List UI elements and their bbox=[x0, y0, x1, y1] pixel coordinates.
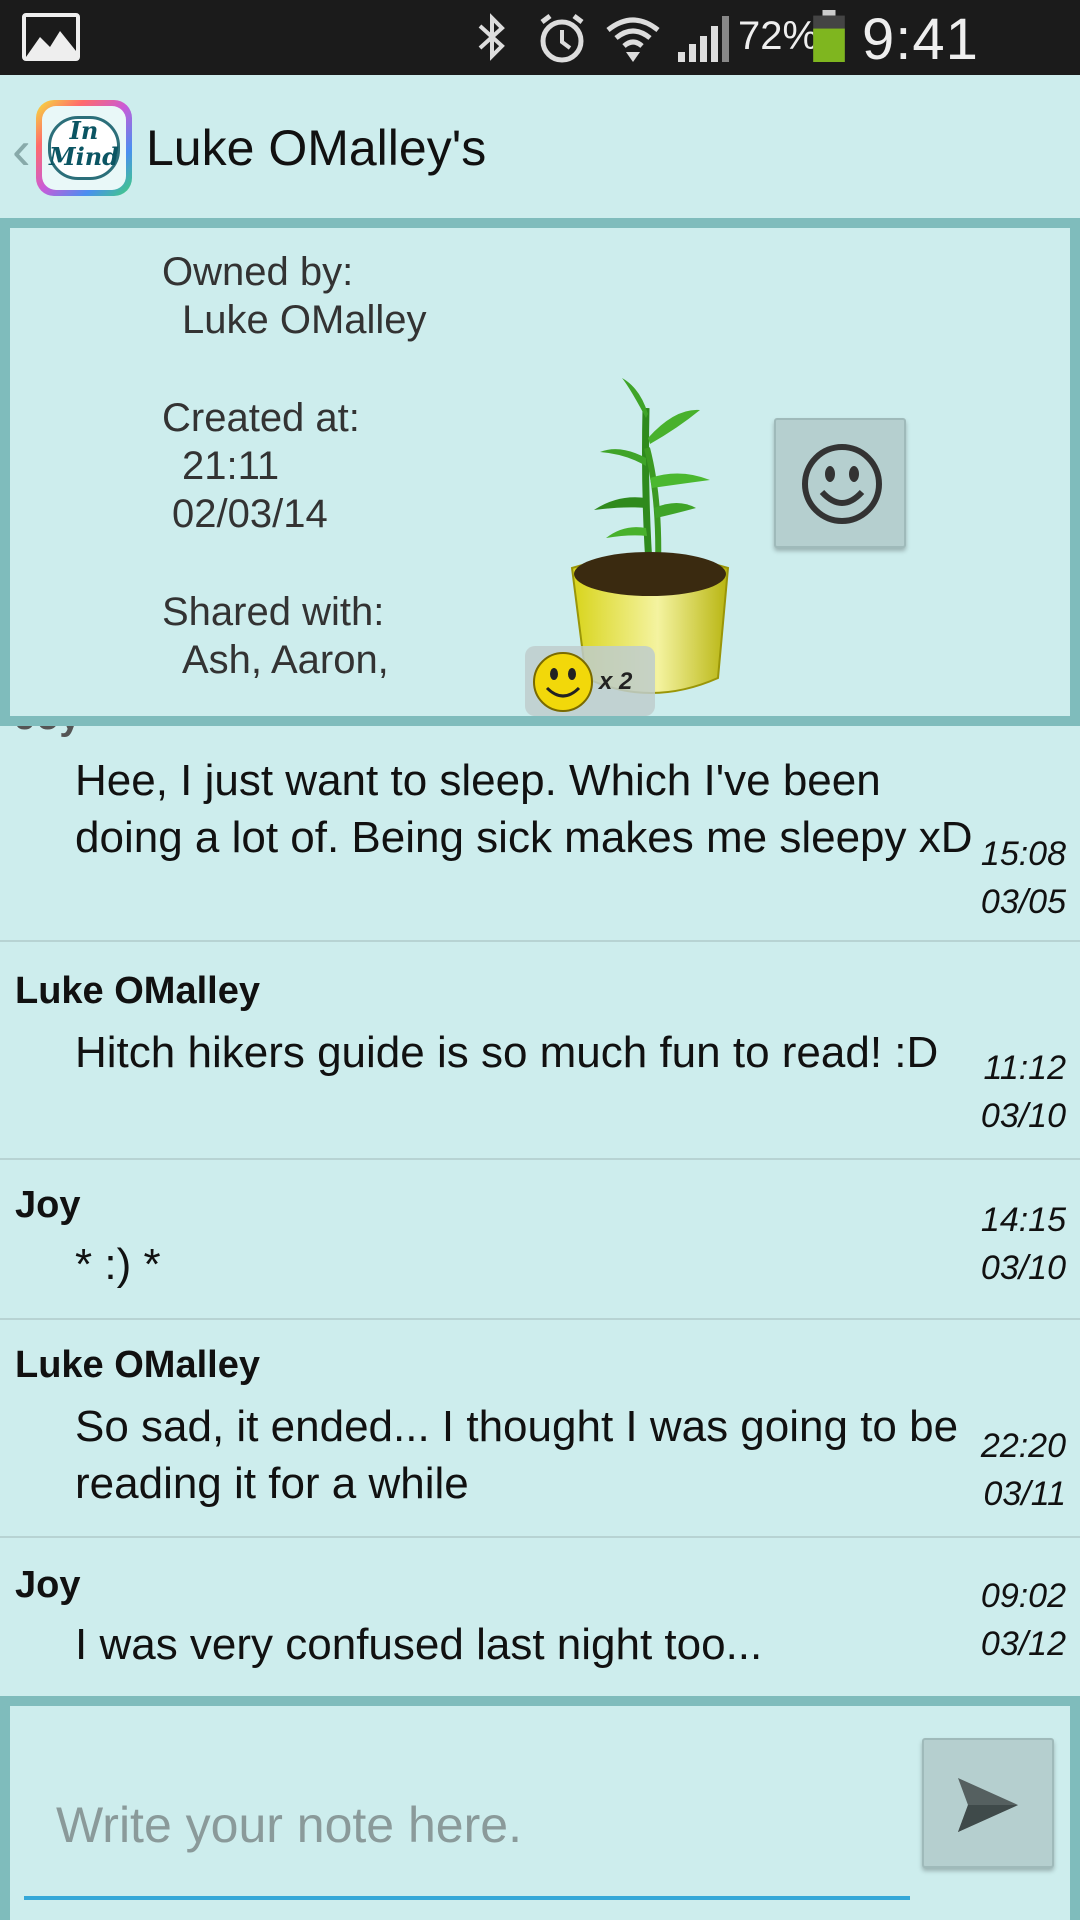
list-item[interactable]: Luke OMalley Hitch hikers guide is so mu… bbox=[0, 942, 1080, 1160]
note-time: 09:02 bbox=[980, 1577, 1066, 1615]
app-logo-inner: In Mind bbox=[42, 106, 126, 190]
bluetooth-icon bbox=[478, 13, 505, 61]
note-date: 03/11 bbox=[983, 1475, 1066, 1513]
list-item[interactable]: Luke OMalley So sad, it ended... I thoug… bbox=[0, 1320, 1080, 1538]
battery-icon bbox=[813, 10, 845, 62]
plant-info-panel: Owned by: Luke OMalley Created at: 21:11… bbox=[0, 218, 1080, 726]
page-title: Luke OMalley's bbox=[146, 120, 487, 176]
note-author: Luke OMalley bbox=[15, 1344, 260, 1386]
smile-button[interactable] bbox=[774, 418, 906, 548]
smile-count-badge: x 2 bbox=[525, 646, 655, 716]
note-author: Joy bbox=[15, 726, 80, 739]
yellow-smiley-icon bbox=[533, 652, 593, 712]
app-logo[interactable]: In Mind bbox=[36, 100, 132, 196]
smiley-icon bbox=[802, 444, 882, 524]
note-text: * :) * bbox=[75, 1240, 161, 1289]
created-date: 02/03/14 bbox=[172, 492, 328, 536]
owned-by-label: Owned by: bbox=[162, 250, 354, 294]
compose-bar bbox=[0, 1696, 1080, 1920]
logo-text-mind: Mind bbox=[49, 142, 119, 171]
battery-percent: 72% bbox=[738, 14, 819, 58]
notes-list[interactable]: Joy Hee, I just want to sleep. Which I'v… bbox=[0, 726, 1080, 1696]
action-bar: ‹ In Mind Luke OMalley's bbox=[0, 75, 1080, 218]
note-time: 14:15 bbox=[980, 1201, 1066, 1239]
note-date: 03/12 bbox=[980, 1625, 1066, 1663]
note-time: 22:20 bbox=[980, 1427, 1066, 1465]
back-chevron-icon[interactable]: ‹ bbox=[12, 117, 31, 182]
list-item[interactable]: Joy * :) * 14:15 03/10 bbox=[0, 1160, 1080, 1320]
smile-count: x 2 bbox=[599, 668, 633, 695]
list-item[interactable]: Joy Hee, I just want to sleep. Which I'v… bbox=[0, 726, 1080, 942]
logo-text-in: In bbox=[69, 116, 99, 145]
send-button[interactable] bbox=[922, 1738, 1054, 1868]
list-item[interactable]: Joy I was very confused last night too..… bbox=[0, 1538, 1080, 1696]
status-bar: 72% 9:41 AM bbox=[0, 0, 1080, 139]
alarm-icon bbox=[540, 14, 584, 63]
note-text: Hitch hikers guide is so much fun to rea… bbox=[75, 1028, 939, 1077]
signal-icon bbox=[678, 16, 729, 62]
owner-name: Luke OMalley bbox=[182, 298, 427, 342]
note-date: 03/05 bbox=[980, 883, 1066, 921]
shared-with-label: Shared with: bbox=[162, 590, 385, 634]
note-date: 03/10 bbox=[980, 1097, 1066, 1135]
created-at-label: Created at: bbox=[162, 396, 360, 440]
note-author: Joy bbox=[15, 1564, 81, 1606]
note-text: So sad, it ended... I thought I was goin… bbox=[75, 1402, 959, 1508]
created-time: 21:11 bbox=[182, 444, 280, 488]
note-author: Luke OMalley bbox=[15, 970, 260, 1012]
note-input[interactable] bbox=[24, 1714, 910, 1900]
note-text: Hee, I just want to sleep. Which I've be… bbox=[75, 756, 973, 862]
note-time: 11:12 bbox=[983, 1049, 1066, 1087]
shared-with-list: Ash, Aaron, bbox=[182, 638, 389, 682]
note-text: I was very confused last night too... bbox=[75, 1620, 763, 1669]
note-author: Joy bbox=[15, 1184, 81, 1226]
note-time: 15:08 bbox=[980, 835, 1066, 873]
note-date: 03/10 bbox=[980, 1249, 1066, 1287]
app-logo-text: In Mind bbox=[42, 118, 126, 170]
send-icon bbox=[958, 1778, 1018, 1832]
wifi-icon bbox=[606, 17, 660, 62]
gallery-icon bbox=[22, 13, 80, 61]
